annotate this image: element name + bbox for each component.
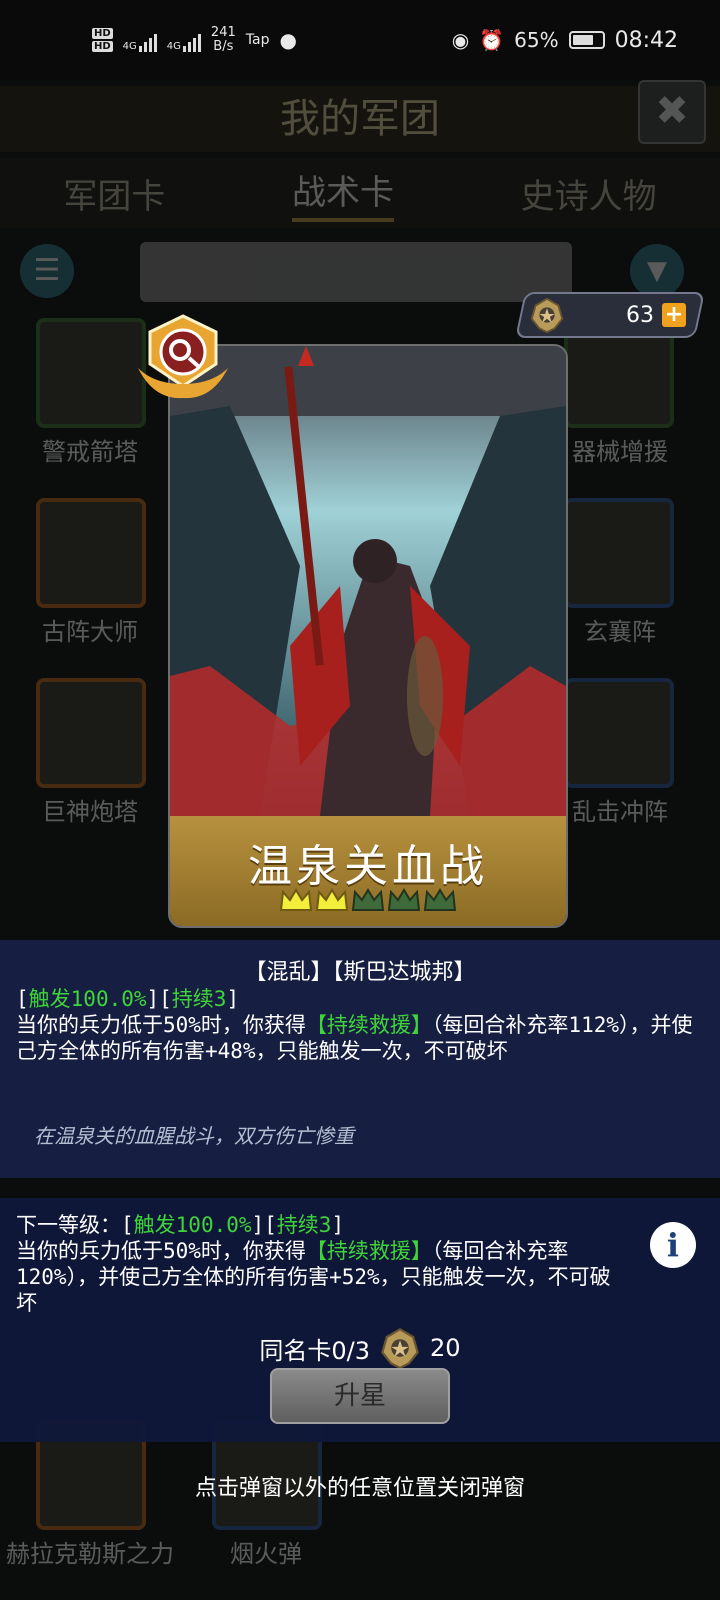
tab-legion-cards: 军团卡 <box>63 176 166 217</box>
tap-indicator: Tap <box>245 32 270 48</box>
add-currency-button[interactable]: + <box>662 302 686 327</box>
battery-percent: 65% <box>514 28 559 52</box>
card-thumbnail <box>36 318 146 428</box>
card-tags: 【混乱】【斯巴达城邦】 <box>244 960 476 985</box>
star-rating <box>170 886 566 914</box>
info-button[interactable]: i <box>650 1222 696 1268</box>
qq-icon: ● <box>279 28 297 52</box>
star-crown-empty-icon <box>423 888 457 911</box>
card-description-panel: 【混乱】【斯巴达城邦】 [触发100.0%][持续3] 当你的兵力低于50%时，你… <box>0 940 720 1178</box>
card-label: 烟火弹 <box>230 1540 302 1568</box>
card-thumbnail <box>36 498 146 608</box>
next-level-text: 下一等级：[触发100.0%][持续3] 当你的兵力低于50%时，你获得【持续救援… <box>16 1213 611 1315</box>
battery-icon <box>568 31 605 49</box>
rank-badge-icon <box>138 314 228 399</box>
card-thumbnail <box>564 498 674 608</box>
flavor-text: 在温泉关的血腥战斗，双方伤亡惨重 <box>34 1124 354 1148</box>
signal-icon-2: 4G <box>167 28 201 52</box>
card-nameplate: 温泉关血战 <box>170 816 566 926</box>
tab-tactic-cards: 战术卡 <box>291 165 394 222</box>
next-level-panel: 下一等级：[触发100.0%][持续3] 当你的兵力低于50%时，你获得【持续救援… <box>0 1198 720 1442</box>
medal-icon <box>530 297 564 334</box>
star-crown-empty-icon <box>351 888 385 911</box>
medal-icon <box>381 1328 419 1370</box>
card-thumbnail <box>36 678 146 788</box>
clock: 08:42 <box>614 27 678 53</box>
upgrade-cost: 20 <box>430 1334 461 1362</box>
card-effect-text: [触发100.0%][持续3] 当你的兵力低于50%时，你获得【持续救援】（每回合… <box>16 987 693 1063</box>
medal-count: 63 <box>626 302 654 328</box>
medal-currency-bar: 63 + <box>515 292 705 338</box>
tab-epic-heroes: 史诗人物 <box>520 176 657 217</box>
star-crown-empty-icon <box>387 888 421 911</box>
card-label: 赫拉克勒斯之力 <box>6 1540 174 1568</box>
hd-indicator: HD HD <box>92 28 113 52</box>
alarm-icon: ⏰ <box>479 28 505 52</box>
card-title: 温泉关血战 <box>248 841 488 892</box>
status-bar: HD HD 4G 4G 241 B/s Tap ● ◉ ⏰ 65% 08:42 <box>0 0 720 80</box>
tab-bar: 军团卡 战术卡 史诗人物 <box>0 158 720 228</box>
page-title: 我的军团 <box>0 86 720 152</box>
list-icon: ☰ <box>20 244 74 298</box>
star-crown-filled-icon <box>279 888 313 911</box>
duplicate-count: 同名卡0/3 <box>259 1336 371 1365</box>
card-artwork <box>170 346 566 816</box>
upgrade-star-button[interactable]: 升星 <box>270 1368 450 1424</box>
star-crown-filled-icon <box>315 888 349 911</box>
card-label: 古阵大师 <box>42 618 138 646</box>
duplicate-card-row: 同名卡0/3 20 <box>0 1326 720 1370</box>
card-label: 警戒箭塔 <box>42 438 138 466</box>
tactic-card: 温泉关血战 <box>168 344 568 928</box>
signal-icon: 4G <box>123 28 157 52</box>
card-thumbnail <box>564 678 674 788</box>
eye-icon: ◉ <box>451 28 470 52</box>
filter-icon: ▼ <box>630 244 684 298</box>
card-label: 巨神炮塔 <box>42 798 138 826</box>
network-speed: 241 B/s <box>210 25 236 54</box>
search-input <box>140 242 572 302</box>
close-icon: ✖ <box>638 80 706 144</box>
close-hint-text: 点击弹窗以外的任意位置关闭弹窗 <box>194 1476 525 1501</box>
